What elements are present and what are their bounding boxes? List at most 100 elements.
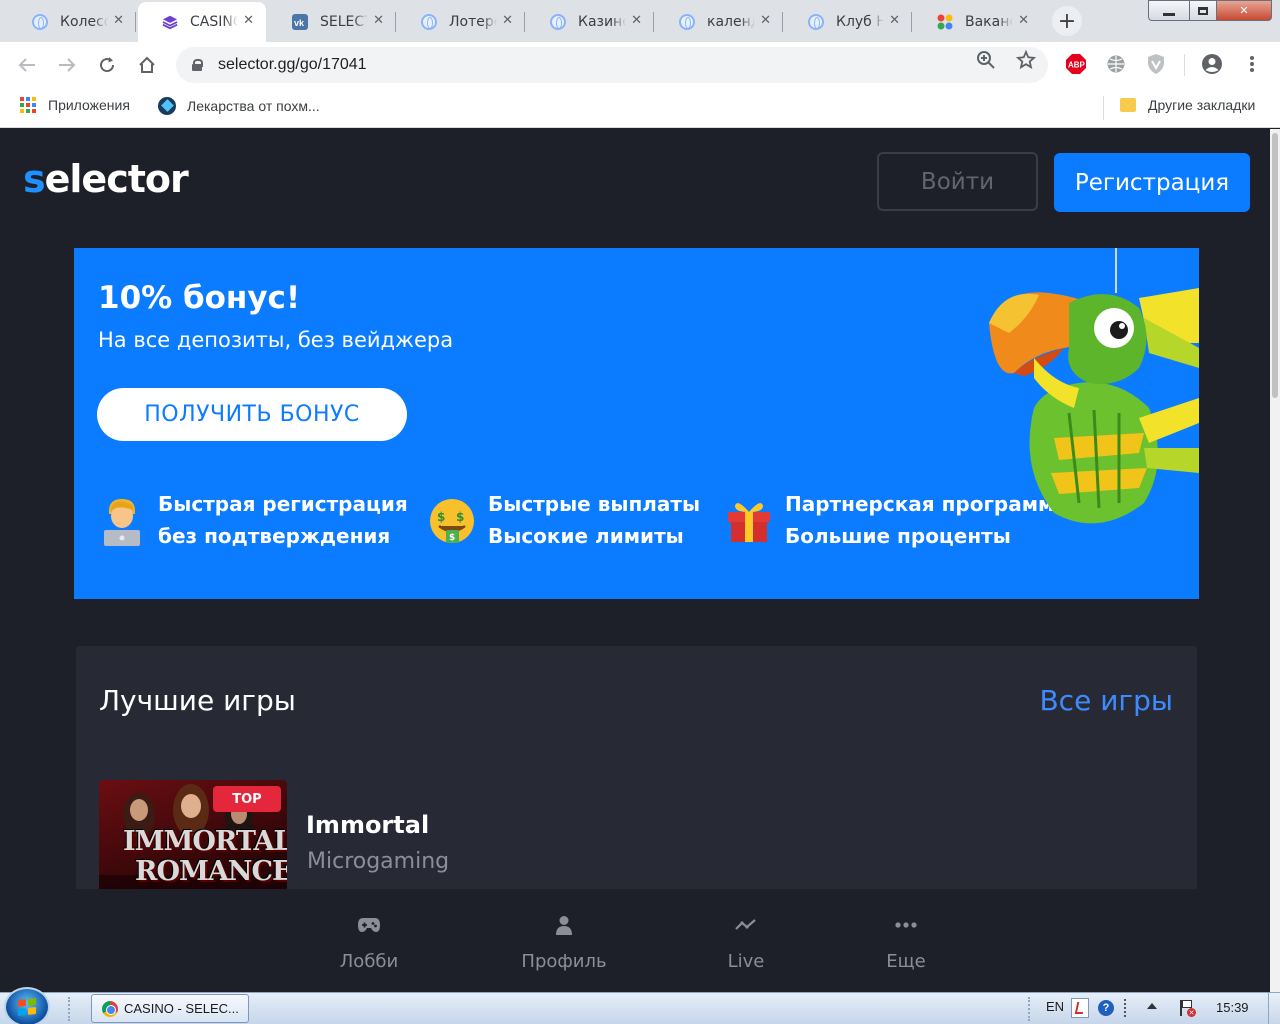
more-dots-icon: [895, 913, 917, 937]
tab-7[interactable]: Клуб Н ✕: [784, 2, 912, 42]
abp-label: ABP: [1068, 61, 1086, 70]
tab-2[interactable]: CASINO ✕: [138, 2, 266, 42]
bookmarks-bar: Приложения Лекарства от похм... Другие з…: [0, 88, 1280, 128]
tab-title: календ: [707, 14, 755, 30]
nav-label: Профиль: [521, 951, 607, 972]
close-icon[interactable]: ✕: [760, 13, 771, 28]
nav-live[interactable]: Live: [686, 913, 806, 972]
clock[interactable]: 15:39: [1216, 1000, 1249, 1015]
start-button[interactable]: [4, 987, 50, 1024]
feature-line1: Быстрая регистрация: [158, 492, 408, 516]
nav-more[interactable]: Еще: [846, 913, 966, 972]
home-button[interactable]: [134, 52, 160, 78]
windows-flag-icon: [18, 998, 36, 1016]
new-tab-button[interactable]: +: [1052, 6, 1082, 36]
back-button[interactable]: [14, 52, 40, 78]
get-bonus-button[interactable]: ПОЛУЧИТЬ БОНУС: [97, 388, 407, 441]
nav-label: Лобби: [339, 951, 399, 972]
pulse-icon: [735, 913, 757, 937]
close-icon[interactable]: ✕: [631, 13, 642, 28]
bookmark-apps[interactable]: Приложения: [20, 97, 130, 113]
nav-label: Еще: [886, 951, 926, 972]
layers-icon: [162, 14, 178, 30]
arrow-right-icon: [59, 58, 76, 72]
account-icon[interactable]: [1201, 53, 1223, 75]
adblock-icon[interactable]: ABP: [1065, 53, 1087, 75]
feature-item: Быстрая регистрация без подтверждения: [96, 488, 408, 552]
maximize-button[interactable]: [1189, 0, 1217, 21]
tab-6[interactable]: календ ✕: [655, 2, 783, 42]
forward-button[interactable]: [54, 52, 80, 78]
close-icon[interactable]: ✕: [373, 13, 384, 28]
other-bookmarks[interactable]: Другие закладки: [1120, 97, 1255, 113]
tray-expand-icon[interactable]: [1147, 1003, 1157, 1009]
globe-icon: [550, 14, 566, 30]
svg-text:$: $: [449, 533, 455, 543]
url-text[interactable]: selector.gg/go/17041: [218, 56, 367, 74]
language-indicator[interactable]: EN: [1046, 999, 1064, 1014]
user-icon: [555, 913, 573, 937]
feature-line1: Быстрые выплаты: [488, 492, 701, 516]
minimize-button[interactable]: [1148, 0, 1190, 21]
gamepad-icon: [357, 913, 381, 937]
thumb-title-line1: IMMORTAL: [123, 826, 287, 857]
chrome-icon: [102, 1000, 118, 1017]
tab-strip: Колесо ✕ CASINO ✕ vk SELECT ✕ Лотере ✕ К…: [0, 0, 1280, 42]
document-icon[interactable]: [1071, 998, 1089, 1018]
network-icon[interactable]: [1124, 999, 1134, 1017]
svg-text:$: $: [437, 510, 445, 524]
tab-8[interactable]: Ваканс ✕: [913, 2, 1041, 42]
tab-1[interactable]: Колесо ✕: [8, 2, 136, 42]
close-icon: ✕: [1239, 4, 1249, 17]
minimize-icon: [1163, 13, 1175, 16]
thumb-title-line2: ROMANCE: [135, 856, 287, 887]
plus-icon: +: [1057, 8, 1077, 34]
close-icon[interactable]: ✕: [1018, 13, 1029, 28]
taskbar-window-title: CASINO - SELEC...: [124, 1001, 239, 1016]
bottom-navigation: Лобби Профиль Live Еще: [0, 889, 1270, 992]
world-extension-icon[interactable]: [1105, 53, 1127, 75]
reload-button[interactable]: [94, 52, 120, 78]
close-icon[interactable]: ✕: [889, 13, 900, 28]
all-games-link[interactable]: Все игры: [1039, 684, 1173, 717]
close-icon[interactable]: ✕: [113, 13, 124, 28]
menu-dots-icon[interactable]: [1241, 53, 1263, 75]
shield-icon[interactable]: [1145, 53, 1167, 75]
register-button[interactable]: Регистрация: [1054, 153, 1250, 212]
help-icon[interactable]: ?: [1098, 1000, 1114, 1016]
nav-profile[interactable]: Профиль: [504, 913, 624, 972]
zoom-icon[interactable]: [976, 50, 996, 75]
apps-grid-icon: [20, 97, 36, 113]
star-icon[interactable]: [1015, 49, 1037, 75]
dots-color-icon: [937, 14, 953, 30]
home-icon: [139, 56, 155, 73]
lock-icon: [192, 59, 203, 71]
page-scrollbar[interactable]: [1270, 129, 1280, 992]
globe-icon: [679, 14, 695, 30]
game-name[interactable]: Immortal: [306, 811, 429, 839]
nav-lobby[interactable]: Лобби: [309, 913, 429, 972]
bookmark-favicon-icon: [158, 97, 176, 115]
scrollbar-thumb[interactable]: [1272, 133, 1278, 398]
show-desktop-button[interactable]: [1268, 993, 1280, 1024]
gift-icon: [723, 494, 775, 546]
close-icon[interactable]: ✕: [502, 13, 513, 28]
tab-5[interactable]: Казино ✕: [526, 2, 654, 42]
svg-text:vk: vk: [294, 18, 305, 28]
man-laptop-icon: [96, 494, 148, 546]
close-window-button[interactable]: ✕: [1216, 0, 1272, 21]
bookmark-item[interactable]: Лекарства от похм...: [158, 97, 320, 115]
globe-icon: [421, 14, 437, 30]
login-button[interactable]: Войти: [877, 152, 1038, 211]
tab-4[interactable]: Лотере ✕: [397, 2, 525, 42]
taskbar-chrome-button[interactable]: CASINO - SELEC...: [91, 994, 249, 1023]
tab-3[interactable]: vk SELECT ✕: [268, 2, 396, 42]
flag-alert-icon[interactable]: ✕: [1178, 999, 1196, 1017]
site-logo[interactable]: selector: [23, 157, 189, 201]
tab-title: Казино: [578, 14, 626, 30]
close-icon[interactable]: ✕: [243, 13, 254, 28]
feature-item: $ $ $ Быстрые выплаты Высокие лимиты: [426, 488, 700, 552]
restore-icon: [1198, 6, 1208, 15]
folder-icon: [1120, 98, 1136, 112]
address-bar[interactable]: selector.gg/go/17041: [176, 47, 1048, 83]
